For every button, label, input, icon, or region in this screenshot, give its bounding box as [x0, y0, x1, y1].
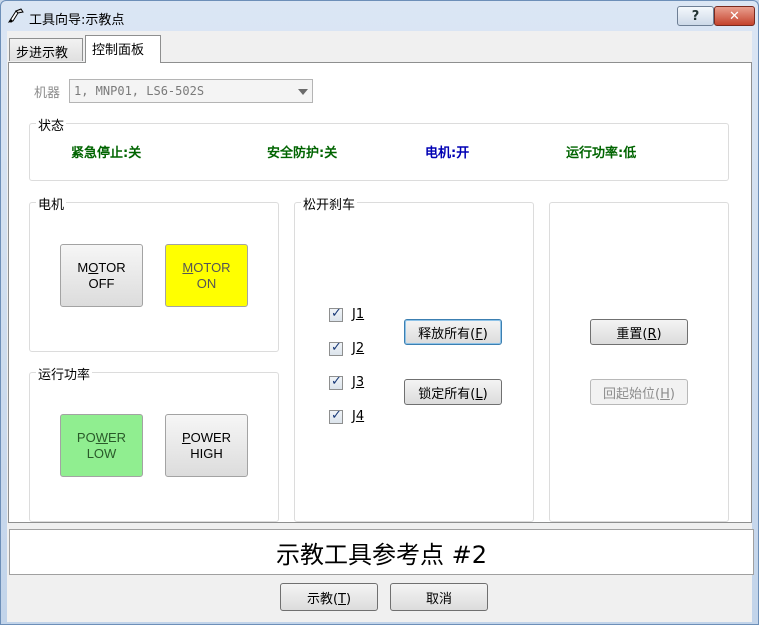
status-power: 运行功率:低	[566, 146, 637, 161]
status-group-title: 状态	[36, 115, 67, 134]
reset-button[interactable]: 重置(R)	[590, 319, 688, 345]
robot-label: 机器	[34, 86, 61, 101]
status-motor: 电机:开	[425, 146, 470, 161]
reference-point-display: 示教工具参考点 #2	[9, 529, 754, 575]
robot-select[interactable]: 1, MNP01, LS6-502S	[69, 79, 313, 103]
close-button[interactable]: ✕	[714, 6, 755, 26]
cancel-button[interactable]: 取消	[390, 583, 488, 611]
dialog-window: 工具向导:示教点 ? ✕ 步进示教 控制面板 机器 1, MNP01, LS6-…	[0, 0, 759, 625]
power-low-button[interactable]: POWER LOW	[60, 414, 143, 477]
joint-4-checkbox[interactable]	[329, 408, 343, 424]
joint-4-label: J4	[352, 409, 365, 424]
title-bar: 工具向导:示教点 ? ✕	[1, 1, 758, 31]
power-group-title: 运行功率	[36, 364, 93, 383]
chevron-down-icon[interactable]	[298, 89, 308, 95]
dialog-client-area: 步进示教 控制面板 机器 1, MNP01, LS6-502S 状态 紧急停止:…	[7, 31, 754, 622]
return-home-button[interactable]: 回起始位(H)	[590, 379, 688, 405]
power-high-button[interactable]: POWER HIGH	[165, 414, 248, 477]
brake-group-title: 松开刹车	[301, 194, 358, 213]
help-button[interactable]: ?	[677, 6, 714, 26]
joint-2-label: J2	[352, 341, 365, 356]
status-emergency-stop: 紧急停止:关	[71, 146, 142, 161]
lock-all-button[interactable]: 锁定所有(L)	[404, 379, 502, 405]
tab-step-teach[interactable]: 步进示教	[9, 38, 83, 61]
motor-on-button[interactable]: MOTOR ON	[165, 244, 248, 307]
joint-2-checkbox[interactable]	[329, 340, 343, 356]
joint-3-label: J3	[352, 375, 365, 390]
robot-select-value: 1, MNP01, LS6-502S	[74, 84, 205, 98]
motor-group-title: 电机	[36, 194, 67, 213]
joint-1-checkbox[interactable]	[329, 306, 343, 322]
motor-off-button[interactable]: MOTOR OFF	[60, 244, 143, 307]
joint-1-label: J1	[352, 307, 365, 322]
release-all-button[interactable]: 释放所有(F)	[404, 319, 502, 345]
tool-wizard-icon	[7, 8, 24, 23]
tab-control-panel[interactable]: 控制面板	[85, 35, 161, 63]
joint-3-checkbox[interactable]	[329, 374, 343, 390]
teach-button[interactable]: 示教(T)	[280, 583, 378, 611]
status-safeguard: 安全防护:关	[267, 146, 338, 161]
reference-point-text: 示教工具参考点 #2	[275, 540, 487, 569]
brake-group: 松开刹车	[294, 194, 534, 522]
window-title: 工具向导:示教点	[29, 13, 125, 28]
position-group	[549, 202, 729, 522]
